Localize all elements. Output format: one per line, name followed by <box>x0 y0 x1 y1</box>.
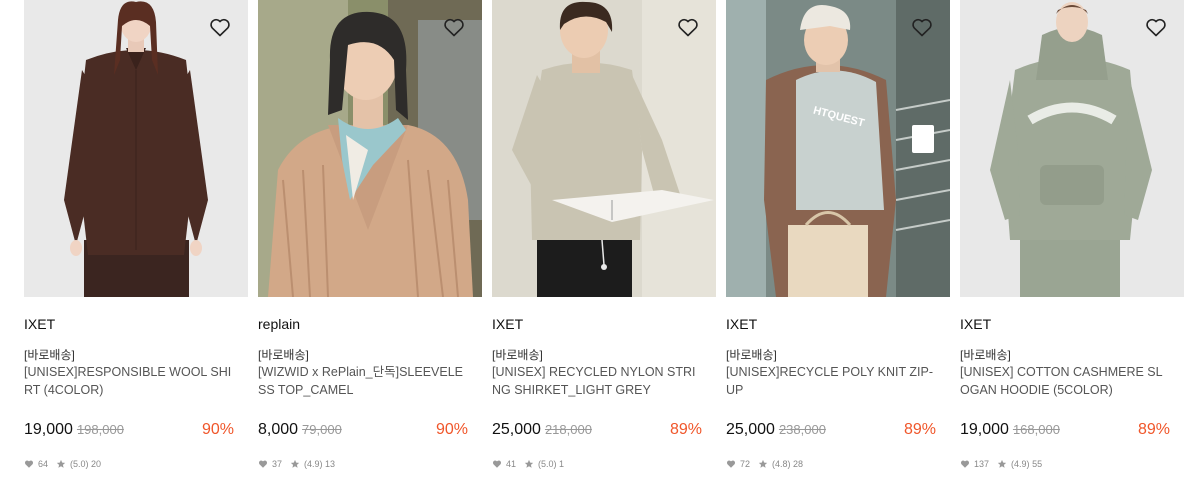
rating-score: (4.9) <box>1011 459 1030 469</box>
price-row: 19,000 168,000 <box>960 421 1060 439</box>
product-card[interactable]: IXET [바로배송] [UNISEX] RECYCLED NYLON STRI… <box>492 0 716 490</box>
product-card[interactable]: IXET [바로배송] [UNISEX] COTTON CASHMERE SLO… <box>960 0 1184 490</box>
product-name[interactable]: [WIZWID x RePlain_단독]SLEEVELESS TOP_CAME… <box>258 363 470 399</box>
discount-rate: 89% <box>1137 421 1170 438</box>
product-photo: HTQUEST <box>726 0 950 297</box>
heart-outline-icon[interactable] <box>676 15 700 39</box>
delivery-tag: [바로배송] <box>726 348 777 362</box>
discount-rate: 89% <box>903 421 936 438</box>
original-price: 218,000 <box>544 422 592 437</box>
price-row: 25,000 218,000 <box>492 421 592 439</box>
discount-rate: 90% <box>201 421 234 438</box>
sale-price: 19,000 <box>960 421 1009 438</box>
delivery-tag: [바로배송] <box>24 348 75 362</box>
product-stats: 64 (5.0) 20 <box>24 459 101 469</box>
review-count: 55 <box>1032 459 1043 469</box>
product-name[interactable]: [UNISEX] COTTON CASHMERE SLOGAN HOODIE (… <box>960 363 1172 399</box>
discount-rate: 89% <box>669 421 702 438</box>
product-name[interactable]: [UNISEX] RECYCLED NYLON STRING SHIRKET_L… <box>492 363 704 399</box>
heart-icon <box>24 460 34 468</box>
product-image[interactable] <box>960 0 1184 297</box>
sale-price: 8,000 <box>258 421 299 438</box>
product-name[interactable]: [UNISEX]RESPONSIBLE WOOL SHIRT (4COLOR) <box>24 363 236 399</box>
rating-score: (4.9) <box>304 459 323 469</box>
product-stats: 72 (4.8) 28 <box>726 459 803 469</box>
heart-outline-icon[interactable] <box>208 15 232 39</box>
product-photo <box>960 0 1184 297</box>
product-card[interactable]: IXET [바로배송] [UNISEX]RESPONSIBLE WOOL SHI… <box>24 0 248 490</box>
star-icon <box>56 459 66 468</box>
price-row: 8,000 79,000 <box>258 421 342 439</box>
review-count: 1 <box>559 459 565 469</box>
heart-outline-icon[interactable] <box>442 15 466 39</box>
sale-price: 19,000 <box>24 421 73 438</box>
rating-score: (5.0) <box>538 459 557 469</box>
like-count: 41 <box>506 459 517 469</box>
product-card[interactable]: replain [바로배송] [WIZWID x RePlain_단독]SLEE… <box>258 0 482 490</box>
star-icon <box>997 459 1007 468</box>
heart-icon <box>726 460 736 468</box>
product-name[interactable]: [UNISEX]RECYCLE POLY KNIT ZIP-UP <box>726 363 938 399</box>
product-stats: 41 (5.0) 1 <box>492 459 564 469</box>
heart-outline-icon[interactable] <box>1144 15 1168 39</box>
rating-score: (4.8) <box>772 459 791 469</box>
discount-rate: 90% <box>435 421 468 438</box>
delivery-tag: [바로배송] <box>960 348 1011 362</box>
product-image[interactable] <box>24 0 248 297</box>
review-count: 13 <box>325 459 336 469</box>
product-stats: 137 (4.9) 55 <box>960 459 1042 469</box>
delivery-tag: [바로배송] <box>492 348 543 362</box>
brand-name[interactable]: IXET <box>24 316 55 332</box>
star-icon <box>524 459 534 468</box>
review-count: 28 <box>793 459 804 469</box>
product-photo <box>258 0 482 297</box>
like-count: 64 <box>38 459 49 469</box>
original-price: 238,000 <box>778 422 826 437</box>
brand-name[interactable]: replain <box>258 316 300 332</box>
heart-outline-icon[interactable] <box>910 15 934 39</box>
brand-name[interactable]: IXET <box>960 316 991 332</box>
sale-price: 25,000 <box>492 421 541 438</box>
heart-icon <box>258 460 268 468</box>
rating-score: (5.0) <box>70 459 89 469</box>
heart-icon <box>492 460 502 468</box>
product-image[interactable] <box>492 0 716 297</box>
like-count: 72 <box>740 459 751 469</box>
brand-name[interactable]: IXET <box>492 316 523 332</box>
product-image[interactable] <box>258 0 482 297</box>
price-row: 19,000 198,000 <box>24 421 124 439</box>
delivery-tag: [바로배송] <box>258 348 309 362</box>
product-stats: 37 (4.9) 13 <box>258 459 335 469</box>
heart-icon <box>960 460 970 468</box>
star-icon <box>758 459 768 468</box>
product-image[interactable]: HTQUEST <box>726 0 950 297</box>
product-photo <box>492 0 716 297</box>
original-price: 198,000 <box>76 422 124 437</box>
original-price: 168,000 <box>1012 422 1060 437</box>
star-icon <box>290 459 300 468</box>
product-card[interactable]: HTQUEST IXET [바로배송] [UNISEX]RECYCLE POLY… <box>726 0 950 490</box>
price-row: 25,000 238,000 <box>726 421 826 439</box>
like-count: 37 <box>272 459 283 469</box>
product-photo <box>24 0 248 297</box>
sale-price: 25,000 <box>726 421 775 438</box>
original-price: 79,000 <box>302 422 342 437</box>
brand-name[interactable]: IXET <box>726 316 757 332</box>
review-count: 20 <box>91 459 102 469</box>
like-count: 137 <box>974 459 990 469</box>
